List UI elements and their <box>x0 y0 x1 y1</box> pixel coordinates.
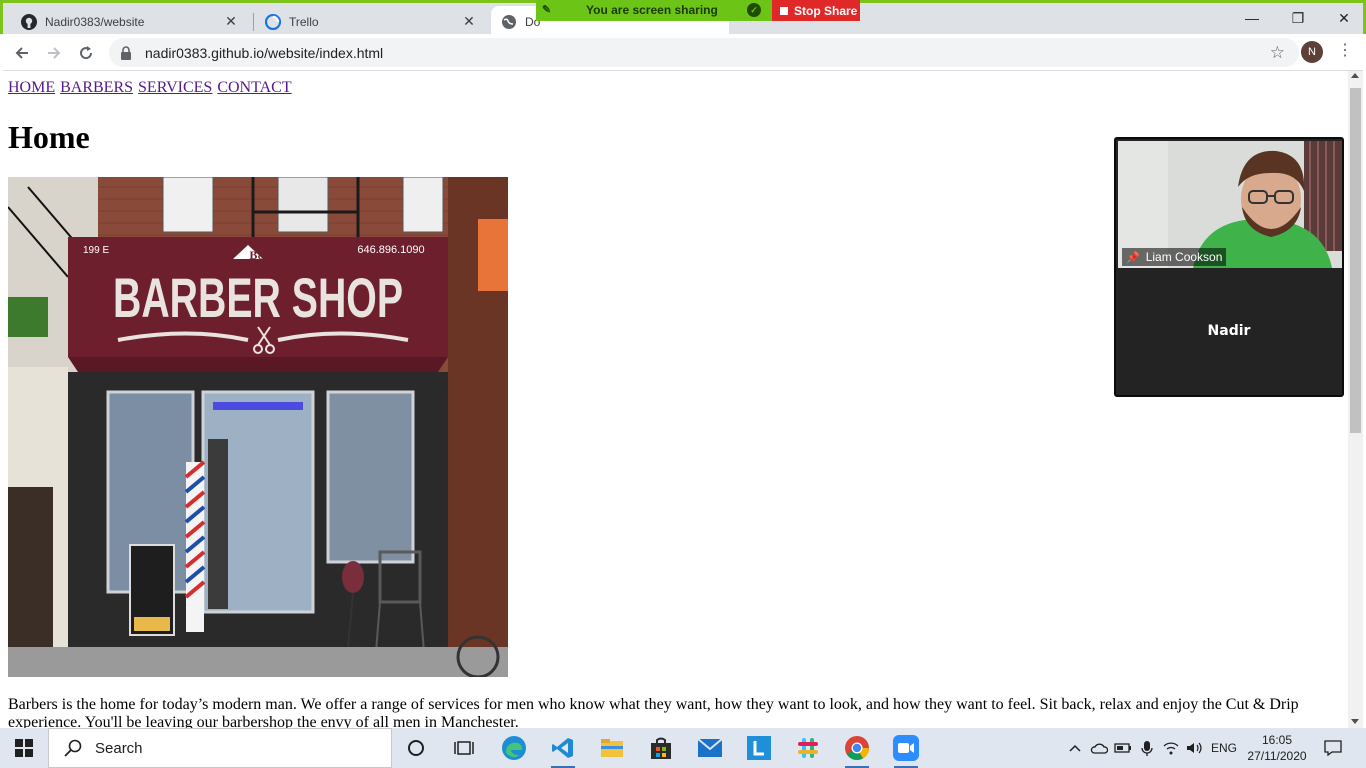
taskbar-search[interactable]: Search <box>48 728 392 768</box>
profile-avatar[interactable]: N <box>1301 41 1323 63</box>
microsoft-store-icon[interactable] <box>645 732 677 764</box>
trello-icon <box>265 13 281 30</box>
tab-label: Nadir0383/website <box>45 14 145 29</box>
slack-icon[interactable] <box>792 732 824 764</box>
sign-title: BARBER SHOP <box>113 266 403 329</box>
forward-arrow-icon[interactable] <box>41 40 67 66</box>
stop-share-button[interactable]: Stop Share <box>772 0 860 21</box>
restore-icon[interactable]: ❐ <box>1275 6 1321 30</box>
barbershop-photo: 199 E 646.896.1090 B&H BARBER SHOP <box>8 177 508 677</box>
windows-taskbar: Search ENG 16:05 27/11/2020 <box>0 728 1366 768</box>
bookmark-star-icon[interactable]: ☆ <box>1270 43 1285 63</box>
close-window-icon[interactable]: ✕ <box>1321 6 1366 30</box>
nav-link-contact[interactable]: CONTACT <box>217 79 291 96</box>
stop-icon <box>780 6 788 15</box>
page-title: Home <box>8 119 90 155</box>
share-status[interactable]: ✎ You are screen sharing ✓ <box>536 0 772 21</box>
windows-logo-icon <box>15 739 33 757</box>
edge-icon[interactable] <box>498 732 530 764</box>
learning-app-icon[interactable] <box>743 732 775 764</box>
lock-icon[interactable] <box>119 45 133 60</box>
sign-address: 199 E <box>83 245 109 256</box>
system-clock[interactable]: 16:05 27/11/2020 <box>1244 732 1310 764</box>
minimize-icon[interactable]: — <box>1229 6 1275 30</box>
zoom-icon[interactable] <box>890 732 922 768</box>
mail-icon[interactable] <box>694 732 726 764</box>
cortana-icon[interactable] <box>400 732 432 764</box>
tab-github[interactable]: Nadir0383/website ✕ <box>11 6 249 37</box>
participant-name: Liam Cookson <box>1145 250 1223 264</box>
zoom-video-panel[interactable]: 📌 Liam Cookson Nadir <box>1114 137 1344 397</box>
tab-trello[interactable]: Trello ✕ <box>255 6 487 37</box>
nav-link-services[interactable]: SERVICES <box>138 79 212 96</box>
browser-toolbar: nadir0383.github.io/website/index.html ☆… <box>3 34 1363 71</box>
screen-share-banner: ✎ You are screen sharing ✓ Stop Share <box>536 0 860 21</box>
sign-logo: B&H <box>249 248 277 262</box>
battery-icon[interactable] <box>1112 728 1134 768</box>
task-view-icon[interactable] <box>448 732 480 764</box>
sign-phone: 646.896.1090 <box>357 244 424 256</box>
scroll-up-icon[interactable] <box>1351 73 1359 78</box>
windows-start-button[interactable] <box>0 728 48 768</box>
annotate-icon: ✎ <box>542 4 552 16</box>
close-icon[interactable]: ✕ <box>461 13 477 30</box>
scroll-down-icon[interactable] <box>1351 719 1359 724</box>
onedrive-cloud-icon[interactable] <box>1088 728 1110 768</box>
participant-name-tag: 📌 Liam Cookson <box>1122 248 1227 266</box>
microphone-icon[interactable] <box>1136 728 1158 768</box>
tab-divider <box>253 13 254 31</box>
vscode-icon[interactable] <box>547 732 579 768</box>
intro-paragraph: Barbers is the home for today’s modern m… <box>8 696 1299 728</box>
tab-label: Trello <box>289 14 319 29</box>
close-icon[interactable]: ✕ <box>223 13 239 30</box>
chevron-up-icon[interactable] <box>1064 728 1086 768</box>
clock-time: 16:05 <box>1261 733 1293 747</box>
language-indicator[interactable]: ENG <box>1208 728 1240 768</box>
search-icon <box>63 738 83 758</box>
self-view-name: Nadir <box>1207 323 1251 339</box>
stop-share-label: Stop Share <box>794 3 858 18</box>
url-text[interactable]: nadir0383.github.io/website/index.html <box>145 45 383 61</box>
share-status-text: You are screen sharing <box>586 3 718 17</box>
pin-icon: 📌 <box>1126 251 1140 264</box>
file-explorer-icon[interactable] <box>596 732 628 764</box>
wifi-icon[interactable] <box>1160 728 1182 768</box>
volume-icon[interactable] <box>1184 728 1206 768</box>
participant-video[interactable]: 📌 Liam Cookson <box>1118 141 1342 268</box>
back-arrow-icon[interactable] <box>9 40 35 66</box>
action-center-icon[interactable] <box>1320 736 1346 760</box>
nav-link-home[interactable]: HOME <box>8 79 55 96</box>
address-bar[interactable]: nadir0383.github.io/website/index.html ☆ <box>109 38 1299 67</box>
page-scrollbar[interactable] <box>1348 71 1363 728</box>
chrome-icon[interactable] <box>841 732 873 768</box>
search-placeholder: Search <box>95 739 143 757</box>
reload-icon[interactable] <box>73 40 99 66</box>
site-nav: HOME BARBERS SERVICES CONTACT <box>8 79 293 97</box>
nav-link-barbers[interactable]: BARBERS <box>60 79 133 96</box>
clock-date: 27/11/2020 <box>1247 749 1307 763</box>
scrollbar-thumb[interactable] <box>1350 88 1361 433</box>
shield-icon: ✓ <box>747 3 761 17</box>
github-icon <box>21 13 37 30</box>
globe-icon <box>501 14 517 30</box>
menu-kebab-icon[interactable]: ⋮ <box>1337 40 1353 60</box>
